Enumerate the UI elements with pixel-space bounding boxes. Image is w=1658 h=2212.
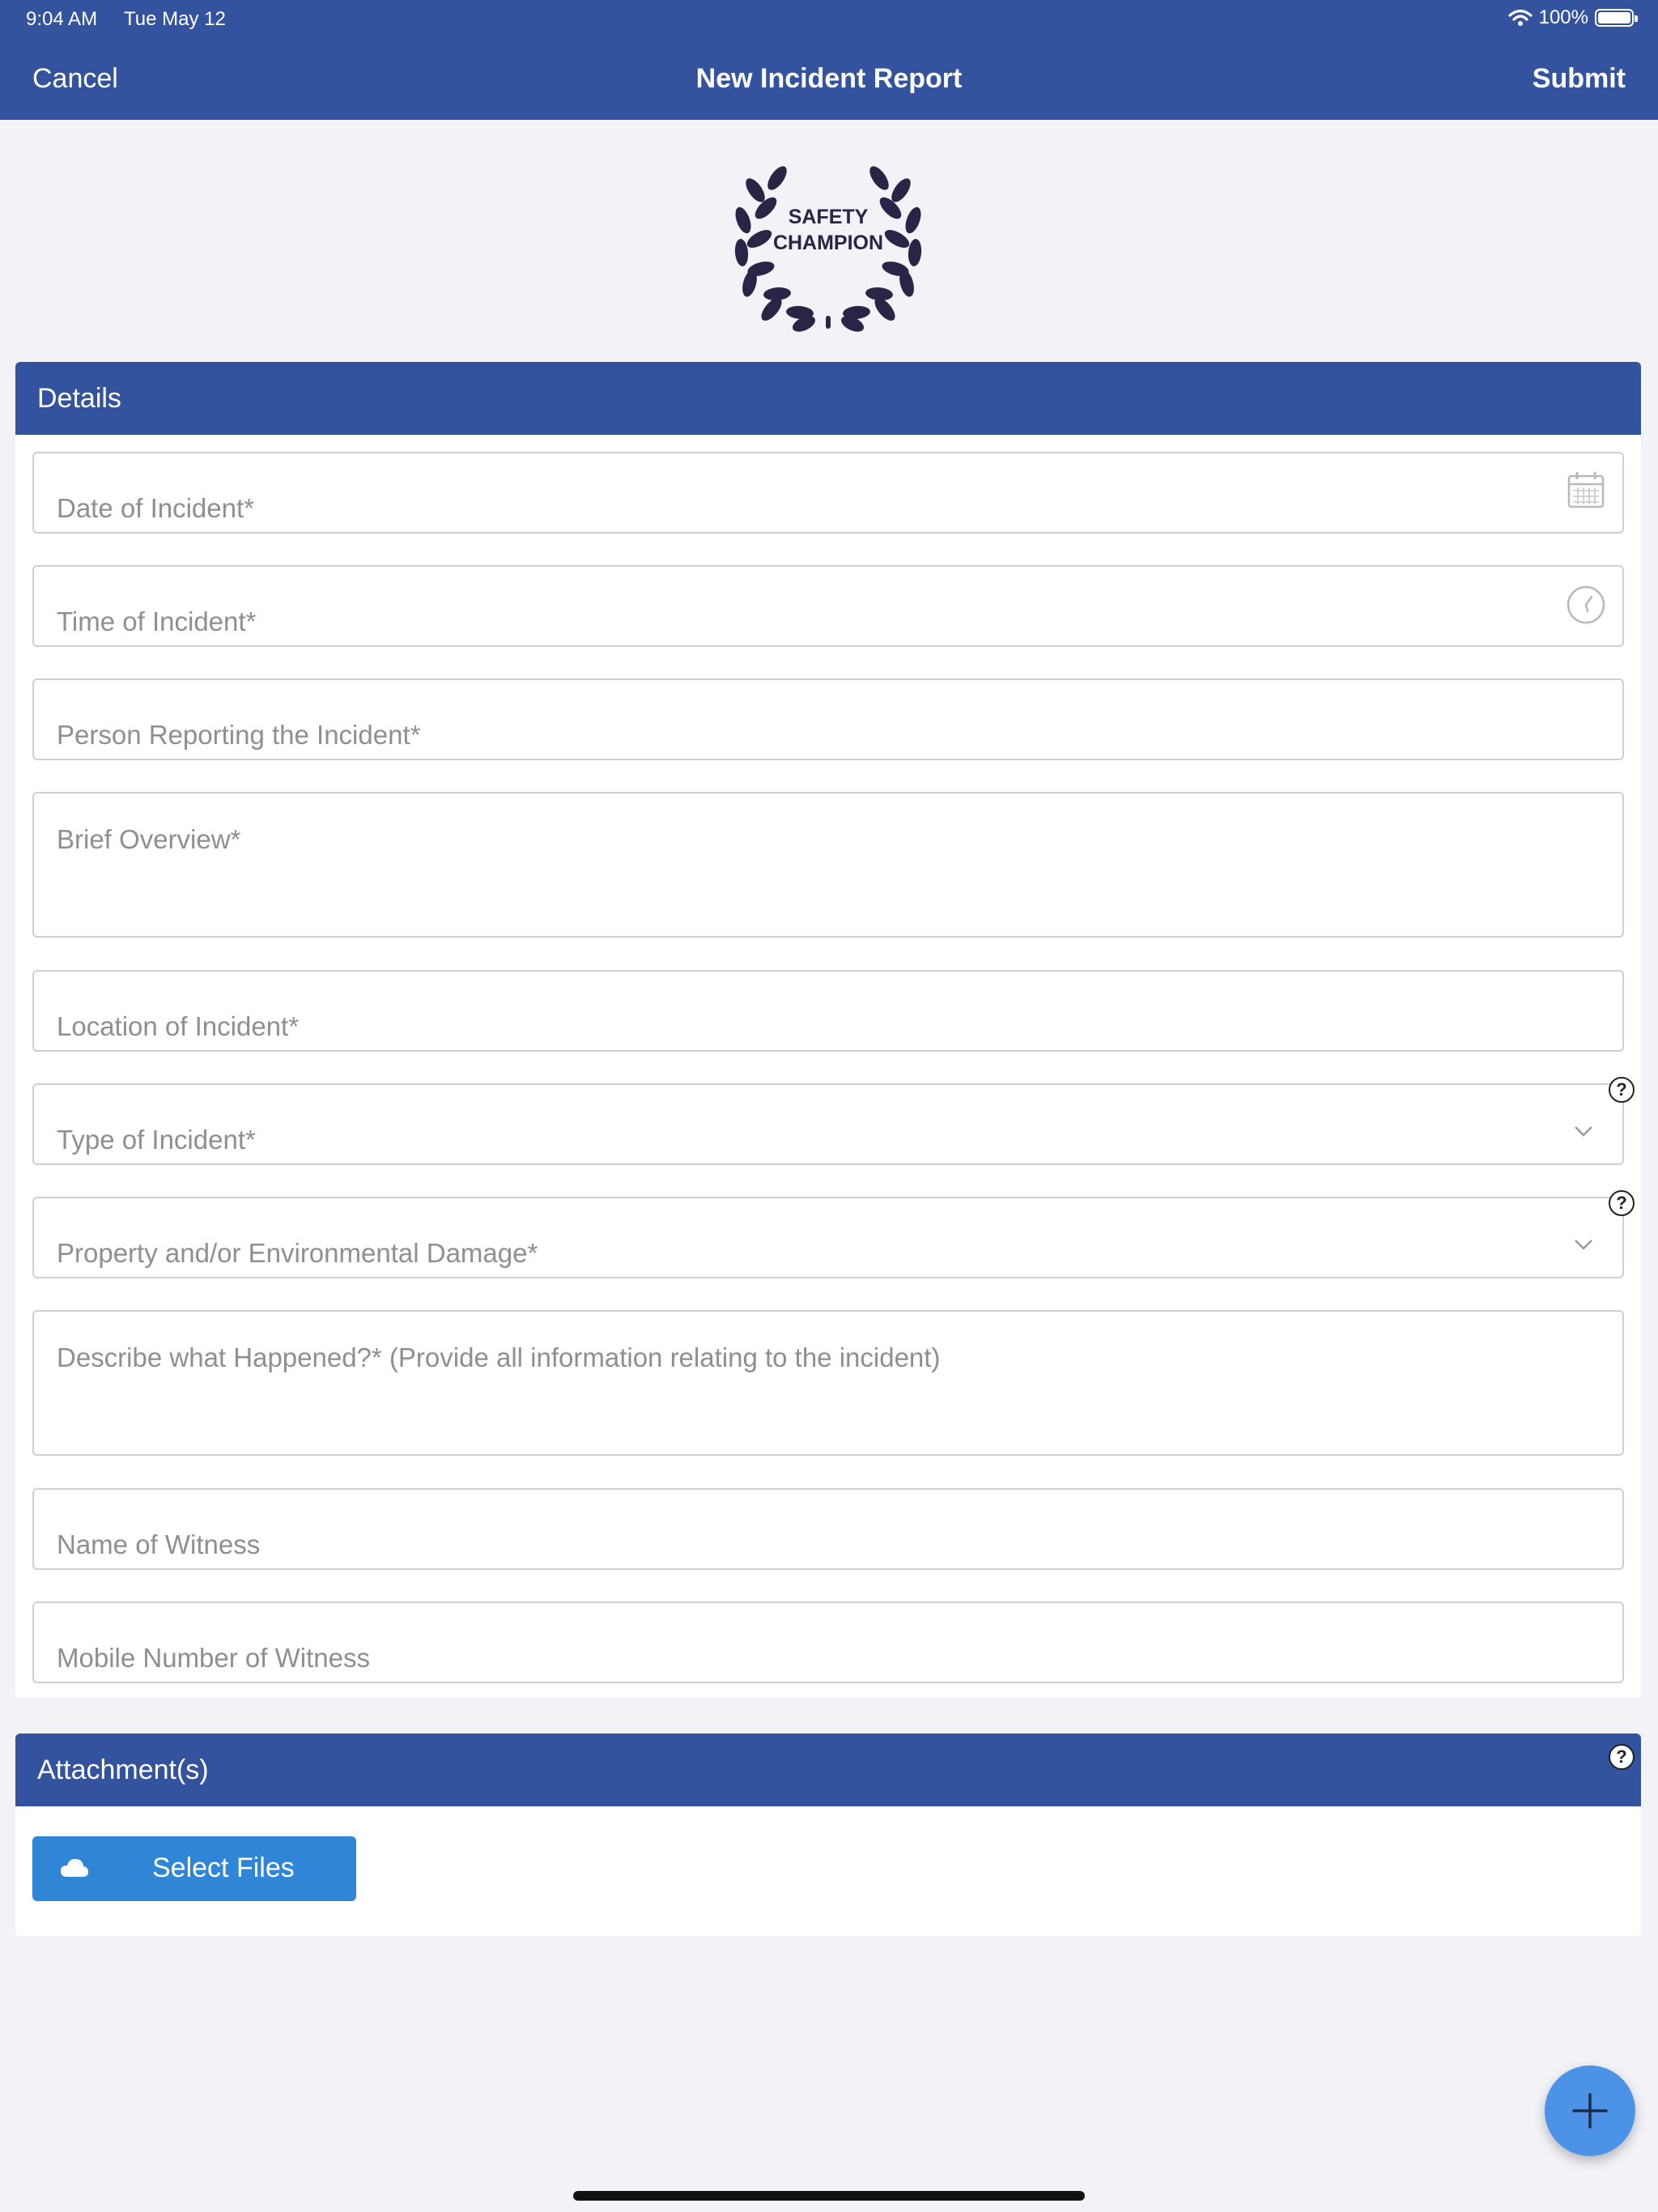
person-reporting-field[interactable]: Person Reporting the Incident* — [32, 678, 1624, 760]
clock-icon[interactable] — [1566, 585, 1606, 625]
location-of-incident-placeholder: Location of Incident* — [57, 1011, 300, 1041]
property-damage-help-icon[interactable]: ? — [1609, 1190, 1635, 1216]
mobile-of-witness-placeholder: Mobile Number of Witness — [57, 1643, 370, 1673]
name-of-witness-placeholder: Name of Witness — [57, 1529, 261, 1559]
battery-percent: 100% — [1538, 6, 1588, 28]
attachments-section: Attachment(s) ? Select Files — [15, 1733, 1641, 1936]
home-indicator[interactable] — [573, 2191, 1085, 2201]
calendar-icon[interactable] — [1566, 470, 1606, 510]
date-of-incident-field[interactable]: Date of Incident* — [32, 452, 1624, 534]
property-damage-placeholder: Property and/or Environmental Damage* — [57, 1238, 538, 1268]
date-of-incident-placeholder: Date of Incident* — [57, 493, 254, 523]
submit-button[interactable]: Submit — [1533, 63, 1626, 95]
type-of-incident-help-icon[interactable]: ? — [1609, 1077, 1635, 1103]
details-header: Details — [15, 362, 1641, 435]
logo-text-line2: CHAMPION — [772, 232, 884, 254]
status-date: Tue May 12 — [124, 8, 226, 30]
cloud-upload-icon — [61, 1859, 88, 1877]
chevron-down-icon — [1575, 1126, 1592, 1137]
status-indicators: 100% — [1508, 6, 1638, 29]
wifi-icon — [1508, 9, 1533, 26]
select-files-label: Select Files — [152, 1853, 295, 1883]
select-files-button[interactable]: Select Files — [32, 1836, 356, 1901]
safety-champion-logo: SAFETY CHAMPION — [727, 162, 929, 332]
brief-overview-field[interactable]: Brief Overview* — [32, 792, 1624, 938]
property-damage-select[interactable]: Property and/or Environmental Damage* — [32, 1197, 1624, 1278]
plus-icon — [1572, 2093, 1608, 2129]
describe-what-happened-placeholder: Describe what Happened?* (Provide all in… — [57, 1342, 941, 1372]
time-of-incident-placeholder: Time of Incident* — [57, 606, 257, 636]
battery-icon — [1595, 9, 1638, 27]
mobile-of-witness-field[interactable]: Mobile Number of Witness — [32, 1602, 1624, 1683]
location-of-incident-field[interactable]: Location of Incident* — [32, 970, 1624, 1052]
status-time: 9:04 AM — [26, 8, 98, 30]
type-of-incident-placeholder: Type of Incident* — [57, 1125, 256, 1155]
brief-overview-placeholder: Brief Overview* — [57, 824, 241, 854]
page-title: New Incident Report — [695, 63, 963, 94]
add-fab-button[interactable] — [1545, 2065, 1635, 2156]
describe-what-happened-field[interactable]: Describe what Happened?* (Provide all in… — [32, 1310, 1624, 1456]
logo-text-line1: SAFETY — [788, 206, 869, 228]
attachments-help-icon[interactable]: ? — [1609, 1744, 1635, 1770]
attachments-header: Attachment(s) — [15, 1733, 1641, 1806]
details-header-title: Details — [37, 383, 121, 414]
name-of-witness-field[interactable]: Name of Witness — [32, 1488, 1624, 1570]
type-of-incident-select[interactable]: Type of Incident* — [32, 1083, 1624, 1165]
top-bar: 9:04 AM Tue May 12 100% Cancel New Incid… — [0, 0, 1658, 120]
details-section: Details Date of Incident* Time of Incide… — [15, 362, 1641, 1698]
time-of-incident-field[interactable]: Time of Incident* — [32, 565, 1624, 647]
person-reporting-placeholder: Person Reporting the Incident* — [57, 720, 421, 750]
chevron-down-icon — [1575, 1240, 1592, 1250]
attachments-header-title: Attachment(s) — [37, 1755, 209, 1785]
